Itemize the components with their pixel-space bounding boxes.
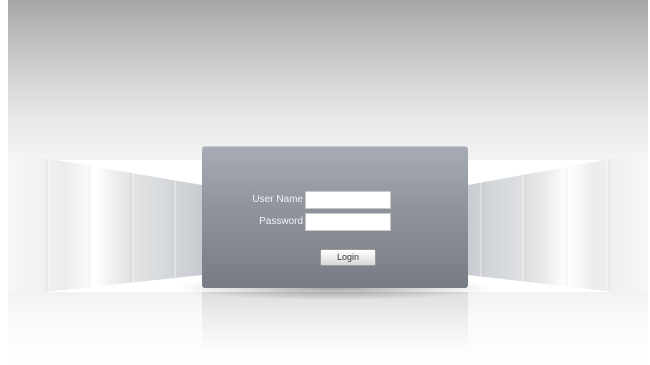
login-screen: User Name Password Login	[0, 0, 650, 365]
username-input[interactable]	[305, 191, 391, 209]
password-row: Password	[202, 213, 391, 231]
username-label: User Name	[252, 194, 303, 205]
login-button[interactable]: Login	[320, 249, 376, 266]
password-label: Password	[259, 216, 303, 227]
login-panel: User Name Password Login	[202, 146, 468, 288]
password-input[interactable]	[305, 213, 391, 231]
background-wall-left	[8, 152, 202, 296]
panel-reflection	[202, 292, 468, 352]
username-row: User Name	[202, 191, 391, 209]
background-wall-right	[468, 152, 648, 296]
background-gradient	[8, 0, 648, 160]
